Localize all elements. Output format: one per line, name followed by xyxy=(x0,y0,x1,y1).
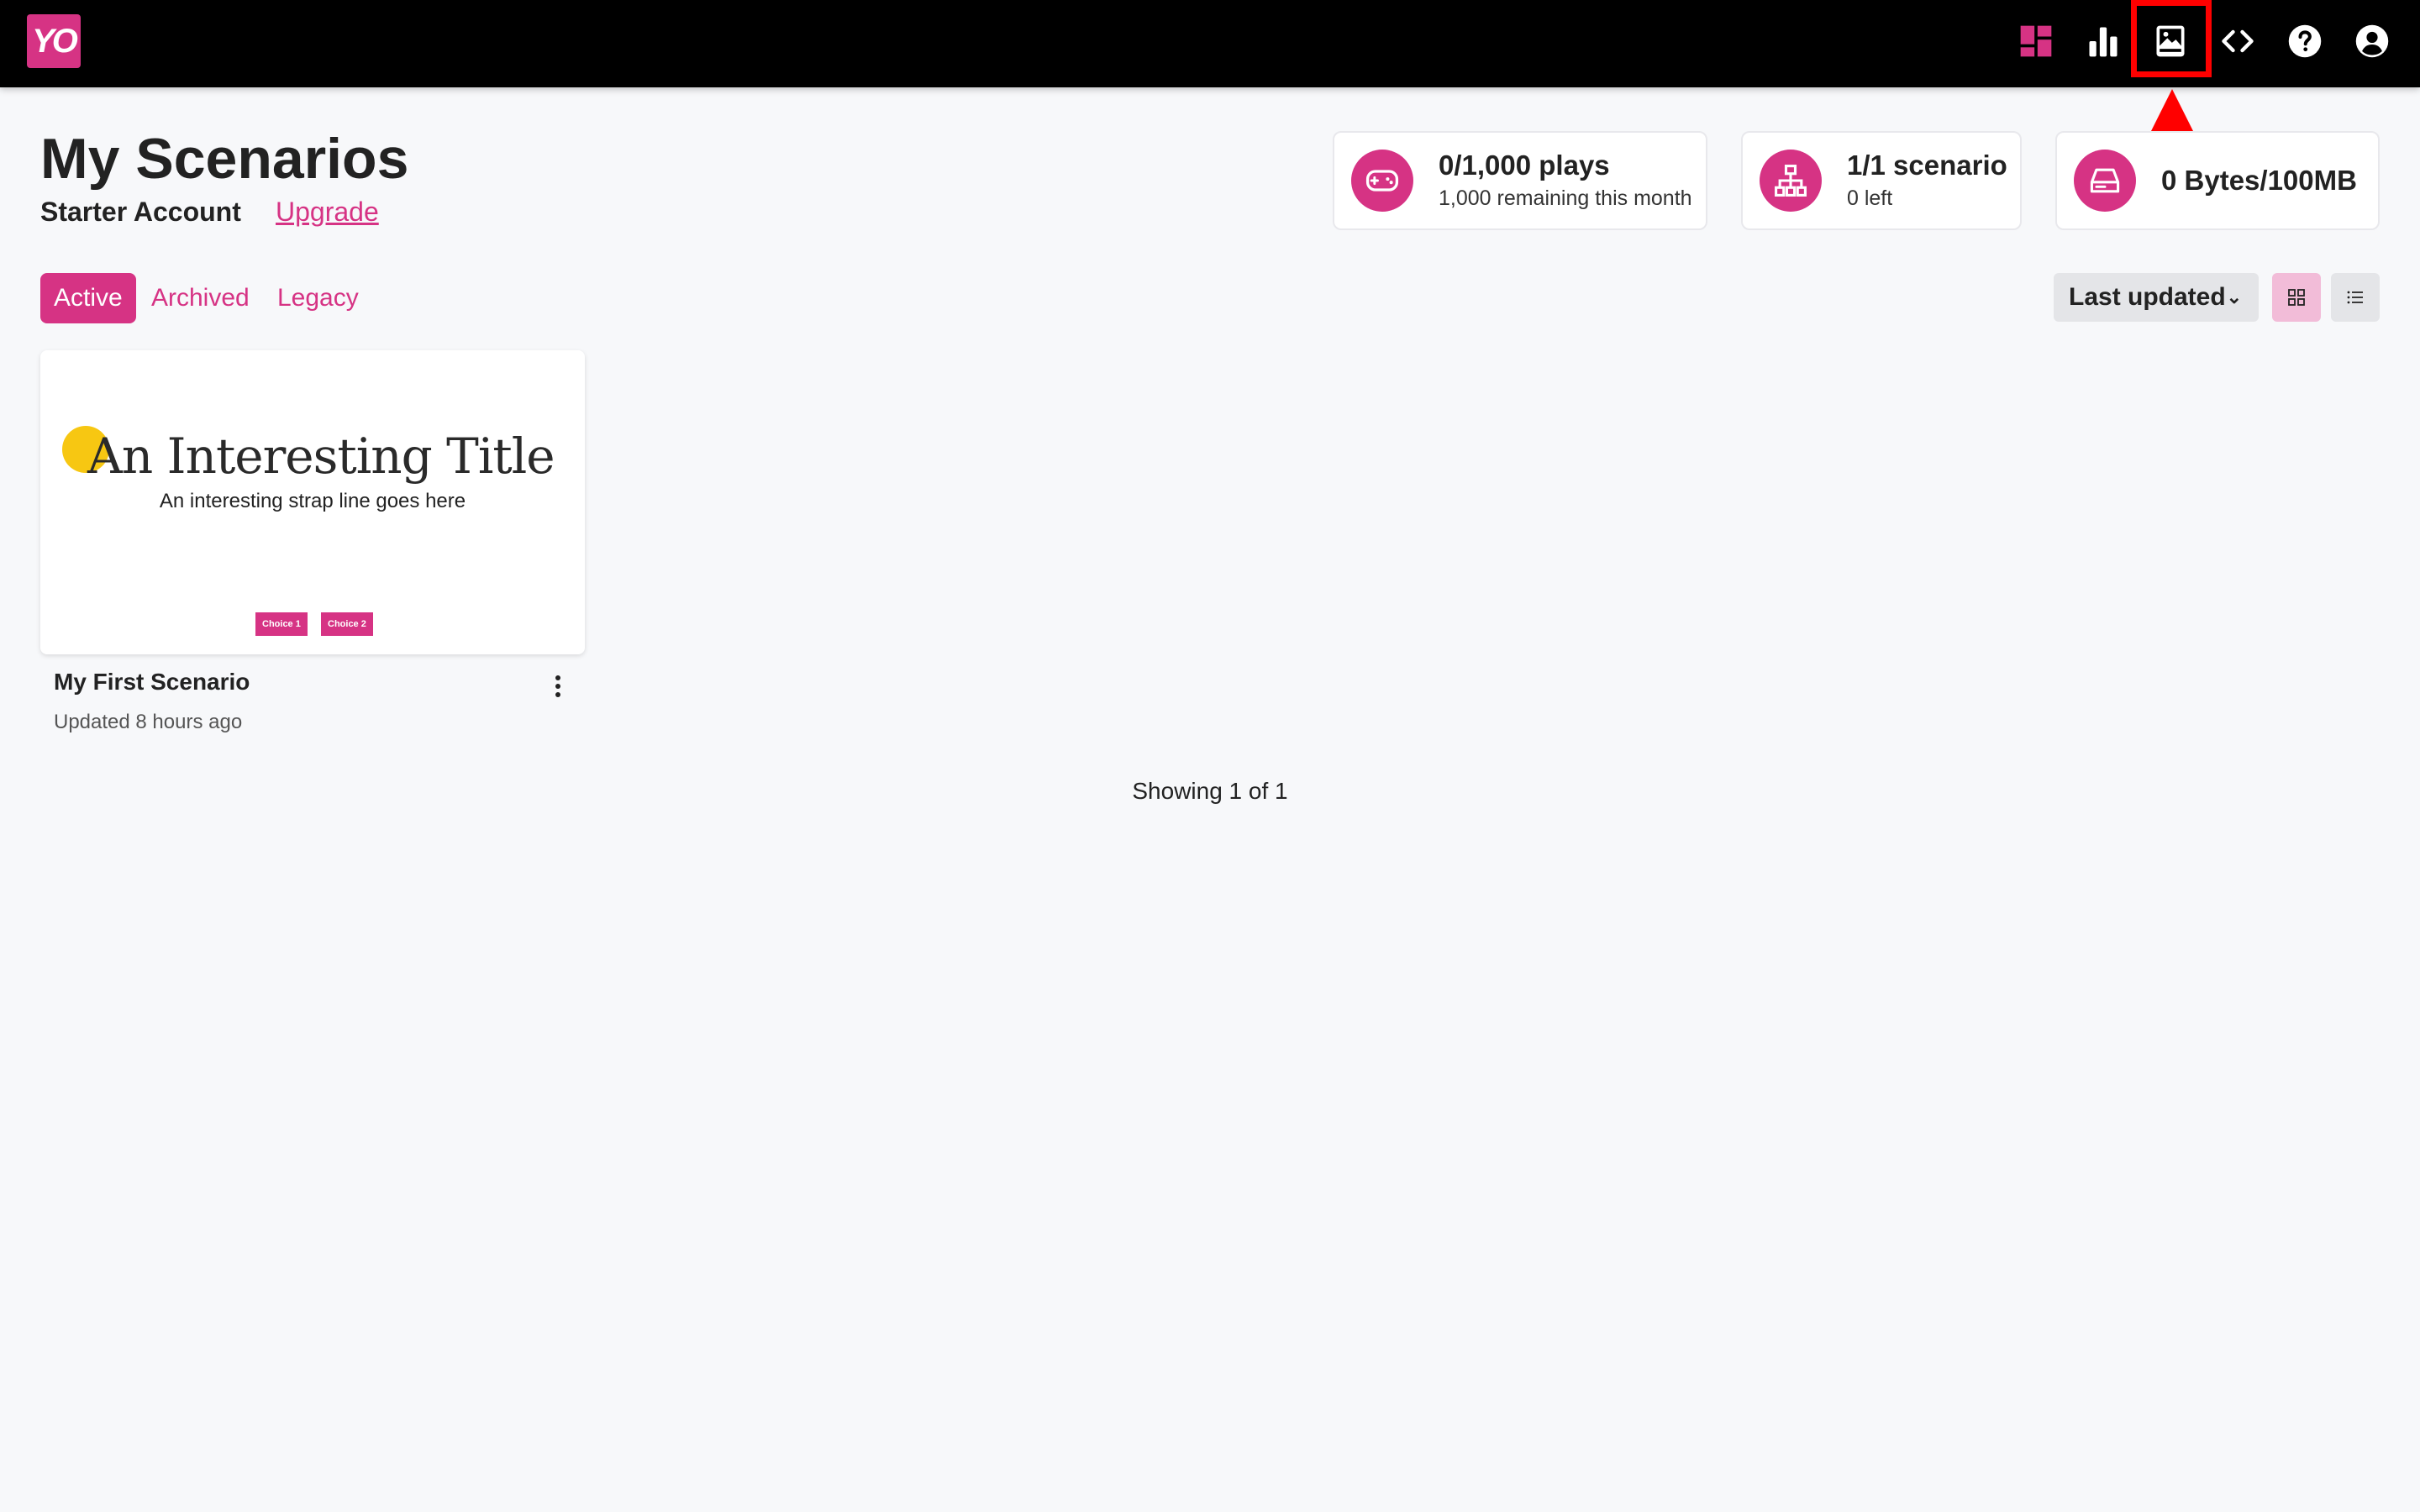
upgrade-link[interactable]: Upgrade xyxy=(276,197,379,228)
scenario-thumbnail[interactable]: An Interesting Title An interesting stra… xyxy=(40,350,585,654)
plays-count: 0/1,000 plays xyxy=(1439,150,1610,181)
scenario-name[interactable]: My First Scenario xyxy=(54,669,250,696)
sort-selected-value: Last updated xyxy=(2069,283,2226,311)
more-options-icon[interactable] xyxy=(546,672,570,701)
grid-view-button[interactable] xyxy=(2272,273,2321,322)
scenario-updated-time: Updated 8 hours ago xyxy=(54,711,243,733)
scenario-count: 1/1 scenario xyxy=(1847,150,2007,181)
thumbnail-choice-1: Choice 1 xyxy=(255,612,308,636)
page-title: My Scenarios xyxy=(40,127,409,191)
pagination-status: Showing 1 of 1 xyxy=(1132,778,1288,804)
plays-stat-card: 0/1,000 plays 1,000 remaining this month xyxy=(1333,131,1707,230)
sort-dropdown[interactable]: Last updated ⌄ xyxy=(2054,273,2259,322)
annotation-arrow-head xyxy=(2151,89,2193,131)
top-navigation-bar: YO xyxy=(0,0,2420,87)
scenarios-left: 0 left xyxy=(1847,186,1893,210)
thumbnail-choice-2: Choice 2 xyxy=(321,612,373,636)
app-logo[interactable]: YO xyxy=(27,14,81,68)
tab-legacy[interactable]: Legacy xyxy=(264,273,372,323)
thumbnail-title: An Interesting Title xyxy=(87,428,555,485)
list-view-button[interactable] xyxy=(2331,273,2380,322)
grid-icon xyxy=(2288,289,2305,306)
hard-drive-icon xyxy=(2074,150,2136,212)
account-type-label: Starter Account xyxy=(40,197,241,227)
highlight-annotation-box xyxy=(2131,0,2212,77)
chevron-down-icon: ⌄ xyxy=(2226,286,2242,307)
storage-usage: 0 Bytes/100MB xyxy=(2161,165,2357,196)
dashboard-icon[interactable] xyxy=(2013,18,2059,64)
storage-stat-card: 0 Bytes/100MB xyxy=(2055,131,2380,230)
analytics-icon[interactable] xyxy=(2081,18,2126,64)
tab-archived[interactable]: Archived xyxy=(138,273,263,323)
tab-active[interactable]: Active xyxy=(40,273,136,323)
sitemap-icon xyxy=(1760,150,1822,212)
list-icon xyxy=(2347,291,2363,304)
account-icon[interactable] xyxy=(2349,18,2395,64)
scenarios-stat-card: 1/1 scenario 0 left xyxy=(1741,131,2022,230)
gamepad-icon xyxy=(1351,150,1413,212)
plays-remaining: 1,000 remaining this month xyxy=(1439,186,1692,210)
embed-code-icon[interactable] xyxy=(2215,18,2260,64)
help-icon[interactable] xyxy=(2282,18,2328,64)
thumbnail-strapline: An interesting strap line goes here xyxy=(159,490,466,512)
